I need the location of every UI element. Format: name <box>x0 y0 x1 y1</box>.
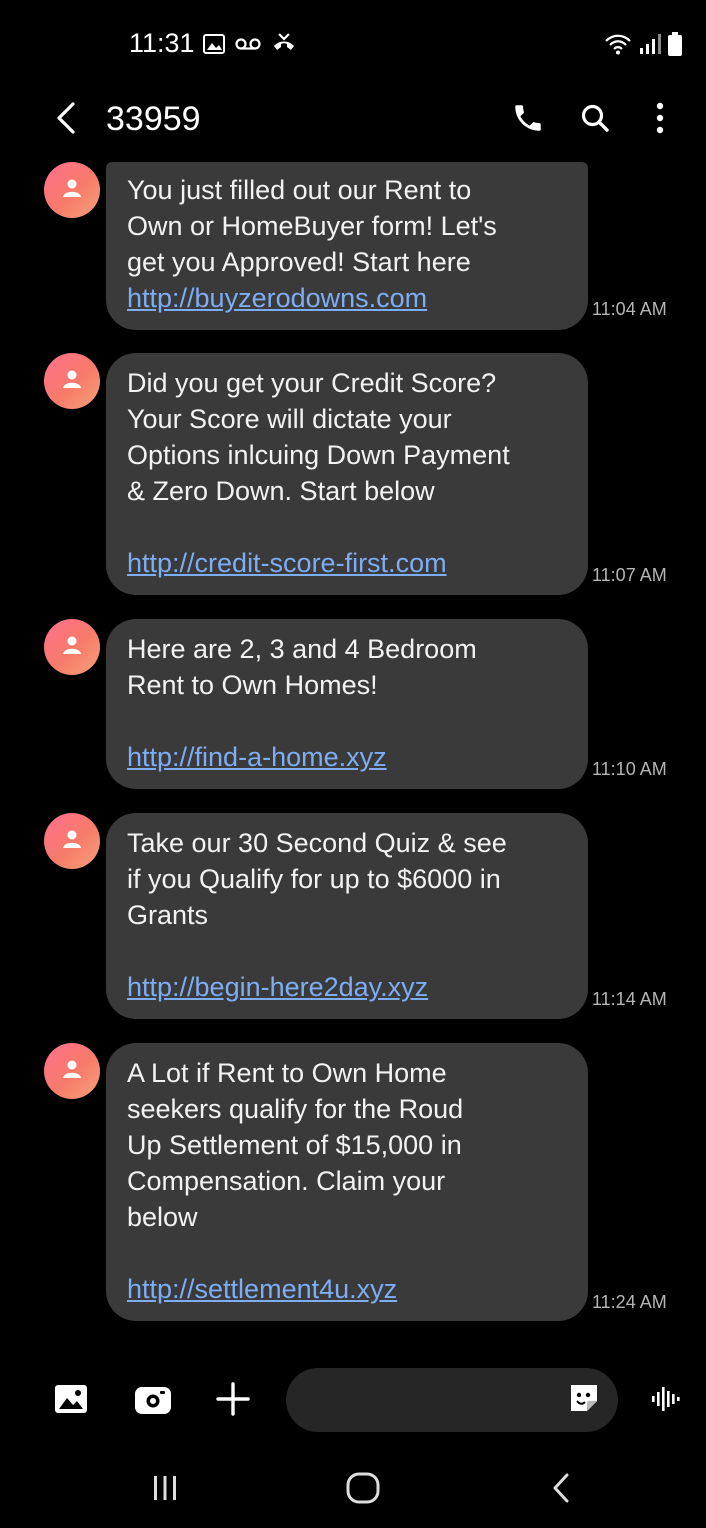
message-time: 11:04 AM <box>592 299 667 319</box>
missed-call-icon <box>271 32 297 61</box>
message-text: A Lot if Rent to Own Home seekers qualif… <box>127 1058 464 1232</box>
message-time: 11:07 AM <box>592 565 667 585</box>
sender-avatar[interactable] <box>44 1043 100 1099</box>
recent-apps-icon <box>150 1474 180 1507</box>
person-icon <box>61 1058 83 1085</box>
camera-button[interactable] <box>130 1378 176 1424</box>
person-icon <box>61 634 83 661</box>
voice-input-button[interactable] <box>642 1378 688 1424</box>
more-vertical-icon <box>655 102 665 139</box>
back-icon <box>551 1472 571 1509</box>
message-time: 11:24 AM <box>592 1292 667 1312</box>
message-link[interactable]: http://buyzerodowns.com <box>127 280 566 316</box>
sticker-icon <box>567 1381 601 1420</box>
nav-back-button[interactable] <box>533 1466 589 1514</box>
message-link[interactable]: http://find-a-home.xyz <box>127 739 566 775</box>
attach-button[interactable] <box>210 1378 256 1424</box>
call-button[interactable] <box>504 96 552 144</box>
sender-avatar[interactable] <box>44 162 100 218</box>
message-link[interactable]: http://settlement4u.xyz <box>127 1271 566 1307</box>
camera-icon <box>134 1383 172 1420</box>
message-text: Did you get your Credit Score? Your Scor… <box>127 368 510 506</box>
system-navigation-bar <box>10 1452 696 1528</box>
message-composer <box>10 1360 696 1440</box>
message-text: Take our 30 Second Quiz & see if you Qua… <box>127 828 507 930</box>
message-link[interactable]: http://begin-here2day.xyz <box>127 969 566 1005</box>
message-text: Here are 2, 3 and 4 Bedroom Rent to Own … <box>127 634 477 700</box>
message-bubble[interactable]: Take our 30 Second Quiz & see if you Qua… <box>106 813 588 1019</box>
search-button[interactable] <box>571 96 619 144</box>
back-arrow-icon <box>55 101 77 140</box>
more-options-button[interactable] <box>636 96 684 144</box>
wifi-icon <box>604 33 632 60</box>
message-link[interactable]: http://credit-score-first.com <box>127 545 566 581</box>
person-icon <box>61 177 83 204</box>
home-button[interactable] <box>335 1466 391 1514</box>
recent-apps-button[interactable] <box>137 1466 193 1514</box>
person-icon <box>61 828 83 855</box>
sticker-button[interactable] <box>566 1382 602 1418</box>
search-icon <box>580 103 610 138</box>
conversation-header: 33959 <box>10 90 696 152</box>
status-system-icons <box>604 32 682 61</box>
message-bubble[interactable]: A Lot if Rent to Own Home seekers qualif… <box>106 1043 588 1321</box>
message-text: You just filled out our Rent to Own or H… <box>127 175 497 277</box>
signal-icon <box>638 33 662 60</box>
gallery-icon <box>203 34 225 59</box>
message-bubble[interactable]: Did you get your Credit Score? Your Scor… <box>106 353 588 595</box>
status-bar: 11:31 <box>10 0 696 90</box>
message-bubble[interactable]: You just filled out our Rent to Own or H… <box>106 162 588 330</box>
status-time: 11:31 <box>129 28 195 58</box>
contact-name[interactable]: 33959 <box>106 96 201 142</box>
person-icon <box>61 368 83 395</box>
message-time: 11:10 AM <box>592 759 667 779</box>
phone-icon <box>511 101 545 140</box>
messages-screen: 11:31 33959 You just filled out our Rent… <box>10 0 696 1528</box>
image-icon <box>54 1384 88 1419</box>
back-button[interactable] <box>48 96 84 144</box>
sender-avatar[interactable] <box>44 353 100 409</box>
message-time: 11:14 AM <box>592 989 667 1009</box>
message-thread[interactable]: You just filled out our Rent to Own or H… <box>10 162 696 1357</box>
voice-wave-icon <box>650 1384 680 1419</box>
sender-avatar[interactable] <box>44 813 100 869</box>
status-notification-icons <box>203 32 297 61</box>
battery-icon <box>668 32 682 61</box>
voicemail-icon <box>235 37 261 56</box>
message-bubble[interactable]: Here are 2, 3 and 4 Bedroom Rent to Own … <box>106 619 588 789</box>
home-icon <box>346 1472 380 1509</box>
sender-avatar[interactable] <box>44 619 100 675</box>
plus-icon <box>216 1381 250 1421</box>
gallery-button[interactable] <box>48 1378 94 1424</box>
